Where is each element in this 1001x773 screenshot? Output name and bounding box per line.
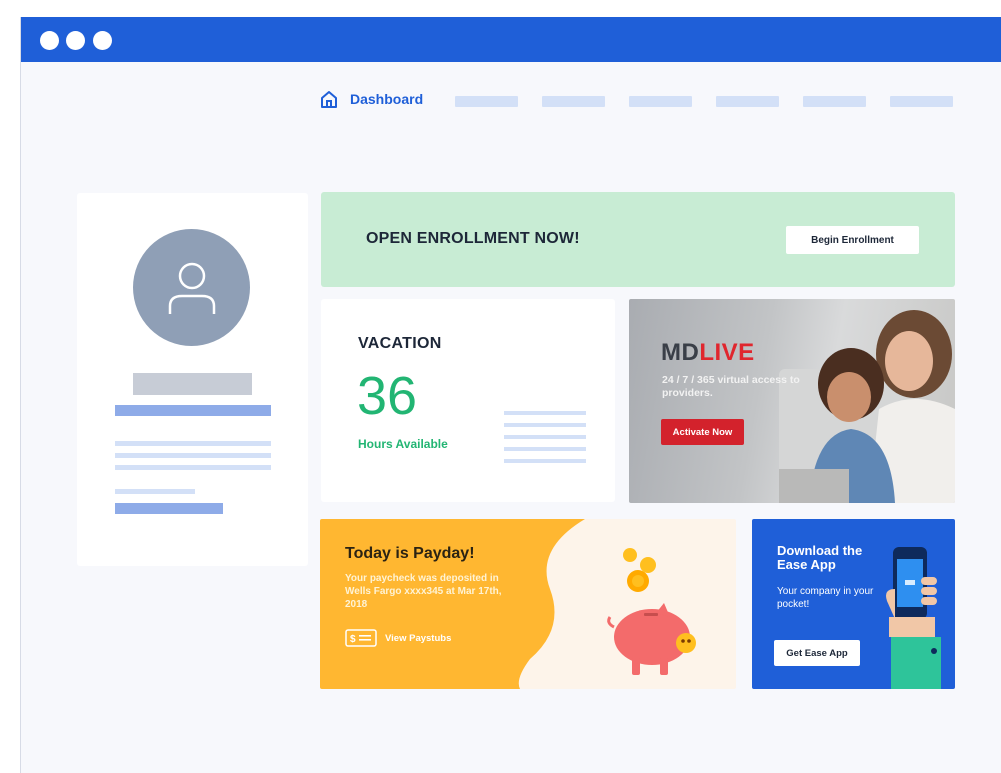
nav-item-placeholder[interactable] xyxy=(890,96,953,107)
nav-label-dashboard: Dashboard xyxy=(350,91,424,107)
vacation-detail-placeholder xyxy=(504,435,586,439)
ease-app-tagline: Your company in your pocket! xyxy=(777,586,874,610)
money-icon: $ xyxy=(345,629,377,647)
vacation-detail-placeholder xyxy=(504,459,586,463)
ease-app-title: Download the Ease App xyxy=(777,543,863,572)
mdlive-tagline: 24 / 7 / 365 virtual access to providers… xyxy=(662,374,800,399)
piggy-bank-icon xyxy=(607,548,696,675)
vacation-card: VACATION 36 Hours Available xyxy=(321,299,615,502)
nav-item-placeholder[interactable] xyxy=(455,96,518,107)
mdlive-logo: MDLIVE xyxy=(661,339,755,366)
payday-title: Today is Payday! xyxy=(345,545,475,562)
vacation-detail-placeholder xyxy=(504,411,586,415)
nav-item-dashboard[interactable]: Dashboard xyxy=(319,89,423,109)
profile-detail-placeholder xyxy=(115,465,271,470)
profile-detail-placeholder xyxy=(115,441,271,446)
window-dot-icon xyxy=(93,31,112,50)
payday-card: Today is Payday! Your paycheck was depos… xyxy=(320,519,736,689)
profile-title-placeholder xyxy=(115,405,271,416)
title-bar xyxy=(21,17,1001,62)
profile-link-placeholder xyxy=(115,503,223,514)
view-paystubs-link[interactable]: $ View Paystubs xyxy=(345,629,451,647)
vacation-detail-placeholder xyxy=(504,447,586,451)
vacation-hours-label: Hours Available xyxy=(358,437,448,451)
enrollment-banner: OPEN ENROLLMENT NOW! Begin Enrollment xyxy=(321,192,955,287)
mdlive-promo: MDLIVE 24 / 7 / 365 virtual access to pr… xyxy=(629,299,955,503)
activate-now-button[interactable]: Activate Now xyxy=(661,419,744,445)
top-nav: Dashboard xyxy=(21,89,1001,113)
nav-item-placeholder[interactable] xyxy=(803,96,866,107)
mother-child-photo-icon xyxy=(779,310,955,503)
avatar[interactable] xyxy=(133,229,250,346)
profile-detail-placeholder xyxy=(115,453,271,458)
ease-app-card: Download the Ease App Your company in yo… xyxy=(752,519,955,689)
profile-name-placeholder xyxy=(133,373,252,395)
vacation-title: VACATION xyxy=(358,335,442,352)
begin-enrollment-button[interactable]: Begin Enrollment xyxy=(786,226,919,254)
nav-item-placeholder[interactable] xyxy=(716,96,779,107)
browser-window: Dashboard OPEN ENROLLMENT NOW! Begin Enr… xyxy=(20,17,1001,773)
nav-item-placeholder[interactable] xyxy=(629,96,692,107)
vacation-detail-placeholder xyxy=(504,423,586,427)
nav-item-placeholder[interactable] xyxy=(542,96,605,107)
get-ease-app-button[interactable]: Get Ease App xyxy=(774,640,860,666)
view-paystubs-label: View Paystubs xyxy=(385,632,452,644)
payday-message: Your paycheck was deposited in Wells Far… xyxy=(345,573,502,610)
window-dot-icon xyxy=(40,31,59,50)
home-icon xyxy=(321,91,337,108)
user-icon xyxy=(168,262,215,314)
profile-detail-placeholder xyxy=(115,489,195,494)
window-dot-icon xyxy=(66,31,85,50)
vacation-hours-value: 36 xyxy=(357,366,418,426)
enrollment-title: OPEN ENROLLMENT NOW! xyxy=(366,230,580,247)
svg-text:$: $ xyxy=(350,634,356,645)
profile-card xyxy=(77,193,308,566)
